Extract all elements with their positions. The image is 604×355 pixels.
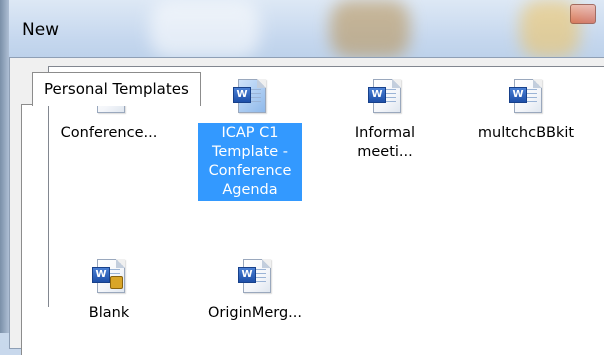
- word-blank-document-icon: W: [92, 257, 126, 293]
- dialog-window: New Personal Templates W Conference... W…: [0, 0, 604, 355]
- list-item-selected[interactable]: W ICAP C1 Template - Conference Agenda: [195, 77, 305, 201]
- word-document-icon: W: [238, 257, 272, 293]
- list-item[interactable]: W OriginMerg...: [195, 257, 315, 324]
- word-document-icon: W: [233, 77, 267, 113]
- item-label: Conference...: [60, 125, 158, 141]
- list-item[interactable]: W Blank: [57, 257, 161, 324]
- glass-highlight: [150, 0, 260, 58]
- close-button[interactable]: [570, 4, 596, 24]
- window-title: New: [22, 20, 60, 40]
- word-document-icon: W: [509, 77, 543, 113]
- word-document-icon: W: [368, 77, 402, 113]
- window-edge: [0, 0, 9, 333]
- list-item[interactable]: W Informal meeti...: [333, 77, 437, 163]
- list-item[interactable]: W multchcBBkit: [461, 77, 591, 144]
- item-label: Blank: [88, 305, 130, 321]
- tab-personal-templates[interactable]: Personal Templates: [32, 72, 201, 106]
- glass-highlight: [330, 0, 410, 58]
- item-label: ICAP C1 Template - Conference Agenda: [198, 123, 302, 201]
- item-label: OriginMerg...: [208, 305, 302, 321]
- item-label: Informal meeti...: [354, 125, 416, 160]
- item-label: multchcBBkit: [477, 125, 575, 141]
